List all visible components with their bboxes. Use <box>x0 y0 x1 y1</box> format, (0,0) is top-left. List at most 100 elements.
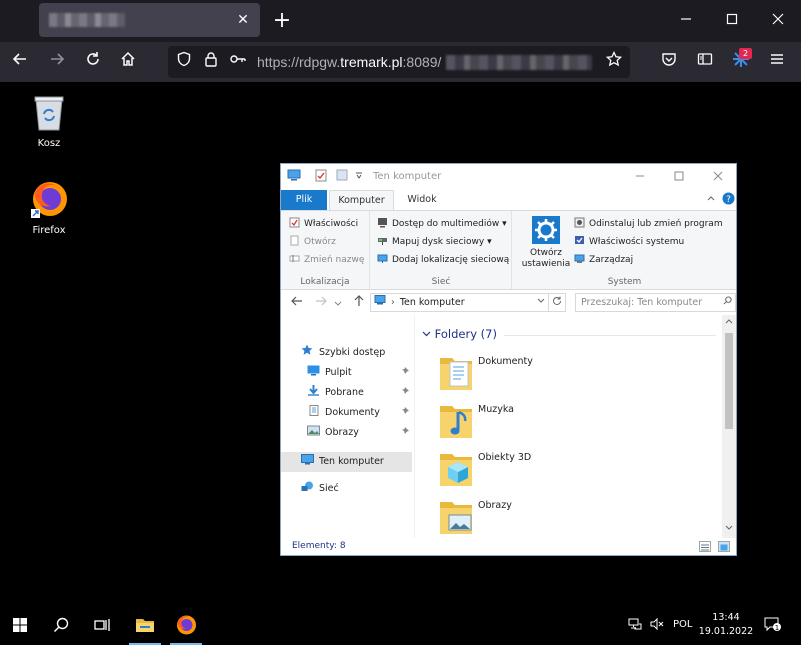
address-row: › Ten komputer Przeszukaj: Ten komputer <box>281 291 736 315</box>
open-icon <box>289 235 300 246</box>
menu-hamburger-icon[interactable] <box>765 50 789 74</box>
bookmark-star-icon[interactable] <box>602 50 626 74</box>
properties-quick-access-icon[interactable] <box>313 169 329 185</box>
documents-folder-icon <box>438 352 474 392</box>
large-icons-view-icon[interactable] <box>718 541 730 552</box>
manage-button[interactable]: Zarządzaj <box>574 252 633 268</box>
nav-this-pc[interactable]: Ten komputer <box>281 452 412 472</box>
recent-locations-chevron-icon[interactable] <box>333 294 343 312</box>
forward-icon[interactable] <box>45 50 69 74</box>
back-arrow-icon[interactable] <box>289 294 305 312</box>
task-view-icon[interactable] <box>82 605 122 645</box>
nav-network[interactable]: Sieć <box>301 479 339 499</box>
lock-icon[interactable] <box>199 50 223 74</box>
vertical-scrollbar[interactable] <box>722 315 736 538</box>
explorer-maximize-button[interactable] <box>669 167 689 187</box>
sidebar-icon[interactable] <box>693 50 717 74</box>
customize-quick-access-chevron-icon[interactable] <box>351 169 367 185</box>
scroll-up-icon[interactable] <box>722 317 736 331</box>
open-button[interactable]: Otwórz <box>289 234 336 250</box>
star-icon <box>301 344 314 355</box>
explorer-minimize-button[interactable] <box>630 167 650 187</box>
tab-bar: ✕ + <box>0 0 801 42</box>
media-server-icon <box>377 217 388 228</box>
nav-quick-access[interactable]: Szybki dostęp <box>301 343 385 363</box>
up-arrow-icon[interactable] <box>351 294 367 312</box>
back-icon[interactable] <box>8 50 32 74</box>
ribbon-group-system: Otwórz ustawienia Odinstaluj lub zmień p… <box>513 211 736 289</box>
pocket-icon[interactable] <box>657 50 681 74</box>
pin-icon[interactable] <box>401 383 410 403</box>
firefox-icon <box>27 177 71 221</box>
media-access-button[interactable]: Dostęp do multimediów ▾ <box>377 216 507 232</box>
close-tab-icon[interactable]: ✕ <box>234 11 252 29</box>
folder-item-music[interactable]: Muzyka <box>438 400 708 444</box>
search-icon[interactable] <box>41 605 81 645</box>
new-tab-button[interactable]: + <box>270 9 294 33</box>
rename-label: Zmień nazwę <box>304 255 365 265</box>
folder-item-pictures[interactable]: Obrazy <box>438 496 708 538</box>
reload-icon[interactable] <box>81 50 105 74</box>
close-window-button[interactable] <box>765 8 791 32</box>
ribbon-group-label: System <box>607 277 642 287</box>
properties-button[interactable]: Właściwości <box>289 216 358 232</box>
search-input[interactable]: Przeszukaj: Ten komputer <box>575 293 736 312</box>
add-network-location-button[interactable]: Dodaj lokalizację sieciową <box>377 252 509 268</box>
collapse-ribbon-chevron-icon[interactable] <box>703 192 719 208</box>
home-icon[interactable] <box>116 50 140 74</box>
clock[interactable]: 13:44 19.01.2022 <box>698 611 754 639</box>
desktop-icon-recycle-bin[interactable]: Kosz <box>14 90 84 149</box>
tab-file[interactable]: Plik <box>281 190 327 210</box>
key-permission-icon[interactable] <box>226 50 250 74</box>
add-network-location-icon <box>377 253 388 264</box>
url-bar[interactable]: https://rdpgw.tremark.pl:8089/ <box>168 46 630 78</box>
music-folder-icon <box>438 400 474 440</box>
system-properties-button[interactable]: Właściwości systemu <box>574 234 684 250</box>
file-explorer-window[interactable]: Ten komputer Plik Komputer Widok ? Właśc… <box>280 163 737 556</box>
details-view-icon[interactable] <box>699 541 711 552</box>
ribbon-tabs: Plik Komputer Widok ? <box>281 190 736 210</box>
help-icon[interactable]: ? <box>720 192 736 208</box>
pin-icon[interactable] <box>401 423 410 443</box>
volume-muted-icon[interactable] <box>650 605 664 645</box>
tab-view[interactable]: Widok <box>399 190 445 210</box>
refresh-button[interactable] <box>549 293 566 312</box>
rename-button[interactable]: Zmień nazwę <box>289 252 364 268</box>
nav-downloads[interactable]: Pobrane <box>307 383 413 403</box>
nav-documents[interactable]: Dokumenty <box>307 403 413 423</box>
start-windows-icon[interactable] <box>0 605 40 645</box>
tracking-protection-shield-icon[interactable] <box>172 50 196 74</box>
nav-pictures[interactable]: Obrazy <box>307 423 413 443</box>
address-dropdown-icon[interactable] <box>537 294 545 311</box>
manage-label: Zarządzaj <box>589 255 634 265</box>
map-network-drive-button[interactable]: Mapuj dysk sieciowy ▾ <box>377 234 492 250</box>
scroll-down-icon[interactable] <box>722 522 736 536</box>
content-pane: Foldery (7) Dokumenty Muzyka Obiekty 3D <box>416 315 722 538</box>
maximize-button[interactable] <box>719 8 745 32</box>
explorer-close-button[interactable] <box>708 167 728 187</box>
minimize-button[interactable] <box>673 8 699 32</box>
firefox-taskbar-icon[interactable] <box>166 605 206 645</box>
nav-desktop[interactable]: Pulpit <box>307 363 413 383</box>
desktop-icon-firefox[interactable]: Firefox <box>14 177 84 236</box>
address-bar[interactable]: › Ten komputer <box>370 293 549 312</box>
pin-icon[interactable] <box>401 403 410 423</box>
item-count: Elementy: 8 <box>292 541 346 551</box>
tab-computer[interactable]: Komputer <box>329 190 394 210</box>
new-folder-quick-access-icon[interactable] <box>334 169 350 185</box>
file-explorer-taskbar-icon[interactable] <box>125 605 165 645</box>
folder-item-documents[interactable]: Dokumenty <box>438 352 708 396</box>
group-collapse-chevron-icon[interactable] <box>422 327 431 341</box>
folders-group-header[interactable]: Foldery (7) <box>422 327 497 341</box>
network-drive-icon <box>377 235 388 246</box>
uninstall-program-button[interactable]: Odinstaluj lub zmień program <box>574 216 723 232</box>
forward-arrow-icon[interactable] <box>313 294 329 312</box>
folder-item-3d-objects[interactable]: Obiekty 3D <box>438 448 708 492</box>
scrollbar-thumb[interactable] <box>725 333 733 429</box>
nav-this-pc-label: Ten komputer <box>319 456 384 467</box>
language-indicator[interactable]: POL <box>673 605 692 645</box>
browser-tab[interactable]: ✕ <box>39 3 260 37</box>
pin-icon[interactable] <box>401 363 410 383</box>
open-settings-button[interactable]: Otwórz ustawienia <box>519 215 573 270</box>
network-tray-icon[interactable] <box>628 605 642 645</box>
